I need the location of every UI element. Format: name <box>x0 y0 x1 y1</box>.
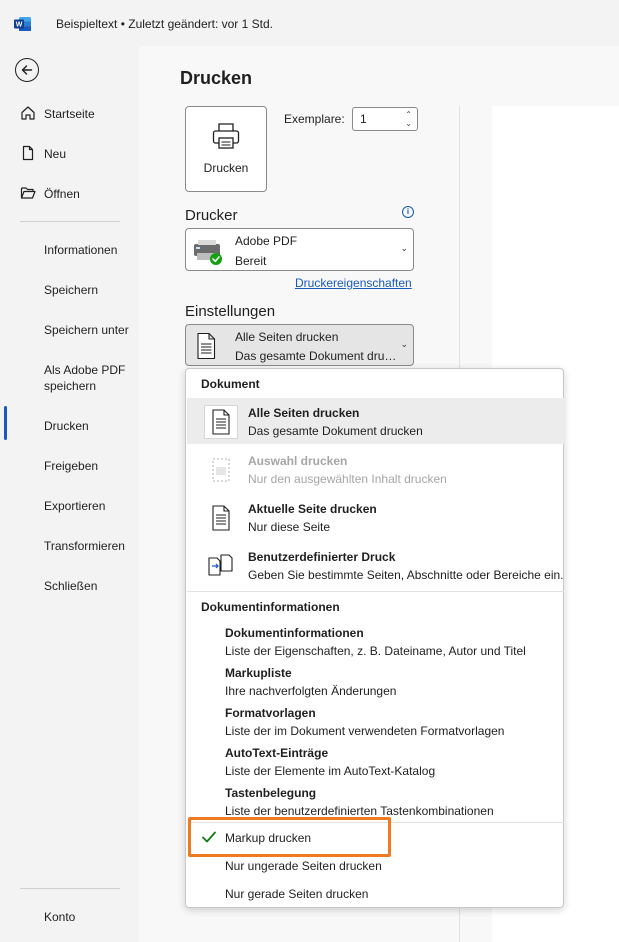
copies-stepper[interactable]: 1 ⌃ ⌄ <box>352 107 418 131</box>
sidebar-item-label: Startseite <box>44 107 95 121</box>
menu-item-title: Tastenbelegung <box>225 786 317 800</box>
settings-heading: Einstellungen <box>185 303 276 320</box>
spin-arrows-icon[interactable]: ⌃ ⌄ <box>405 110 412 128</box>
document-title: Beispieltext • Zuletzt geändert: vor 1 S… <box>56 17 273 31</box>
sidebar-item-speichern-unter[interactable]: Speichern unter <box>0 313 139 347</box>
sidebar-item-als-adobe-pdf-speichern[interactable]: Als Adobe PDF speichern <box>0 359 139 403</box>
print-button[interactable]: Drucken <box>185 106 267 192</box>
info-icon[interactable]: i <box>402 206 414 218</box>
word-logo-icon: W <box>14 17 31 31</box>
menu-item-title: Alle Seiten drucken <box>248 406 360 420</box>
menu-item-title: AutoText-Einträge <box>225 746 329 760</box>
sidebar-item-label: Drucken <box>44 419 89 433</box>
sidebar-item-konto[interactable]: Konto <box>0 900 139 934</box>
menu-item-desc: Ihre nachverfolgten Änderungen <box>225 684 397 698</box>
printer-properties-link[interactable]: Druckereigenschaften <box>295 276 412 290</box>
printer-icon <box>212 123 240 149</box>
menu-item-current-page[interactable]: Aktuelle Seite drucken Nur diese Seite <box>187 494 564 540</box>
menu-item-desc: Liste der Elemente im AutoText-Katalog <box>225 764 436 778</box>
back-arrow-icon <box>21 65 33 75</box>
title-bar: W Beispieltext • Zuletzt geändert: vor 1… <box>0 0 619 46</box>
menu-item-desc: Liste der Eigenschaften, z. B. Dateiname… <box>225 644 526 658</box>
sidebar-divider <box>20 221 120 222</box>
back-button[interactable] <box>15 58 39 82</box>
menu-item-title: Dokumentinformationen <box>225 626 364 640</box>
sidebar-item-neu[interactable]: Neu <box>0 137 139 171</box>
menu-item-document-info[interactable]: Dokumentinformationen Liste der Eigensch… <box>187 624 564 664</box>
sidebar-divider <box>20 888 120 889</box>
menu-item-desc: Geben Sie bestimmte Seiten, Abschnitte o… <box>248 568 564 582</box>
menu-item-desc: Liste der im Dokument verwendeten Format… <box>225 724 505 738</box>
sidebar-item-label: Schließen <box>44 579 98 593</box>
sidebar-item-label: Neu <box>44 147 67 161</box>
sidebar-item-label: Freigeben <box>44 459 99 473</box>
sidebar-item-label: Informationen <box>44 243 118 257</box>
sidebar-item-informationen[interactable]: Informationen <box>0 233 139 267</box>
home-icon <box>21 106 35 120</box>
menu-item-desc: Nur den ausgewählten Inhalt drucken <box>248 472 447 486</box>
menu-separator <box>187 591 564 592</box>
printer-dropdown[interactable]: Adobe PDF Bereit ⌄ <box>185 228 414 271</box>
menu-section-document-info: Dokumentinformationen <box>201 600 340 614</box>
print-range-dropdown[interactable]: Alle Seiten drucken Das gesamte Dokument… <box>185 324 414 366</box>
copies-value: 1 <box>360 112 367 126</box>
all-pages-icon <box>197 332 216 360</box>
sidebar-item-speichern[interactable]: Speichern <box>0 273 139 307</box>
sidebar-item-label: Speichern unter <box>44 323 129 337</box>
menu-item-custom-print[interactable]: Benutzerdefinierter Druck Geben Sie best… <box>187 542 564 588</box>
sidebar-item-transformieren[interactable]: Transformieren <box>0 529 139 563</box>
new-document-icon <box>22 145 34 161</box>
printer-heading: Drucker <box>185 207 238 224</box>
highlight-outline <box>188 817 391 857</box>
all-pages-icon <box>204 405 238 439</box>
sidebar-item-startseite[interactable]: Startseite <box>0 97 139 131</box>
menu-item-title: Auswahl drucken <box>248 454 348 468</box>
printer-status: Bereit <box>235 254 267 268</box>
menu-option-label: Nur gerade Seiten drucken <box>225 887 369 901</box>
sidebar-item-exportieren[interactable]: Exportieren <box>0 489 139 523</box>
menu-item-desc: Liste der benutzerdefinierten Tastenkomb… <box>225 804 494 818</box>
sidebar-item-label: Öffnen <box>44 187 80 201</box>
selected-range-desc: Das gesamte Dokument drucken <box>235 349 401 363</box>
selection-icon <box>212 458 230 482</box>
print-button-label: Drucken <box>203 161 249 175</box>
menu-item-all-pages[interactable]: Alle Seiten drucken Das gesamte Dokument… <box>187 398 564 444</box>
menu-item-autotext[interactable]: AutoText-Einträge Liste der Elemente im … <box>187 744 564 784</box>
selected-range-title: Alle Seiten drucken <box>235 330 339 344</box>
menu-item-title: Markupliste <box>225 666 292 680</box>
sidebar-item-label: Als Adobe PDF speichern <box>44 363 126 393</box>
sidebar-item-schliessen[interactable]: Schließen <box>0 569 139 603</box>
menu-item-title: Aktuelle Seite drucken <box>248 502 377 516</box>
current-page-icon <box>212 505 230 531</box>
menu-item-selection: Auswahl drucken Nur den ausgewählten Inh… <box>187 446 564 492</box>
pdf-printer-icon <box>194 240 222 265</box>
chevron-down-icon: ⌄ <box>400 243 408 253</box>
sidebar-item-label: Transformieren <box>44 539 125 553</box>
chevron-down-icon: ⌄ <box>400 339 408 349</box>
sidebar-item-label: Konto <box>44 910 76 924</box>
menu-item-styles[interactable]: Formatvorlagen Liste der im Dokument ver… <box>187 704 564 744</box>
custom-print-icon <box>208 554 233 576</box>
menu-item-desc: Das gesamte Dokument drucken <box>248 424 423 438</box>
svg-text:W: W <box>16 22 23 29</box>
menu-section-document: Dokument <box>201 377 260 391</box>
sidebar-item-freigeben[interactable]: Freigeben <box>0 449 139 483</box>
page-title: Drucken <box>180 68 253 88</box>
menu-item-title: Benutzerdefinierter Druck <box>248 550 396 564</box>
sidebar-item-drucken[interactable]: Drucken <box>0 409 139 443</box>
printer-name: Adobe PDF <box>235 234 298 248</box>
menu-option-label: Nur ungerade Seiten drucken <box>225 859 382 873</box>
sidebar-item-label: Speichern <box>44 283 99 297</box>
open-folder-icon <box>20 187 36 199</box>
menu-item-desc: Nur diese Seite <box>248 520 331 534</box>
menu-item-title: Formatvorlagen <box>225 706 316 720</box>
menu-option-even-pages[interactable]: Nur gerade Seiten drucken <box>187 880 564 908</box>
sidebar-item-label: Exportieren <box>44 499 106 513</box>
copies-label: Exemplare: <box>284 112 345 126</box>
menu-item-markup-list[interactable]: Markupliste Ihre nachverfolgten Änderung… <box>187 664 564 704</box>
sidebar-item-oeffnen[interactable]: Öffnen <box>0 177 139 211</box>
